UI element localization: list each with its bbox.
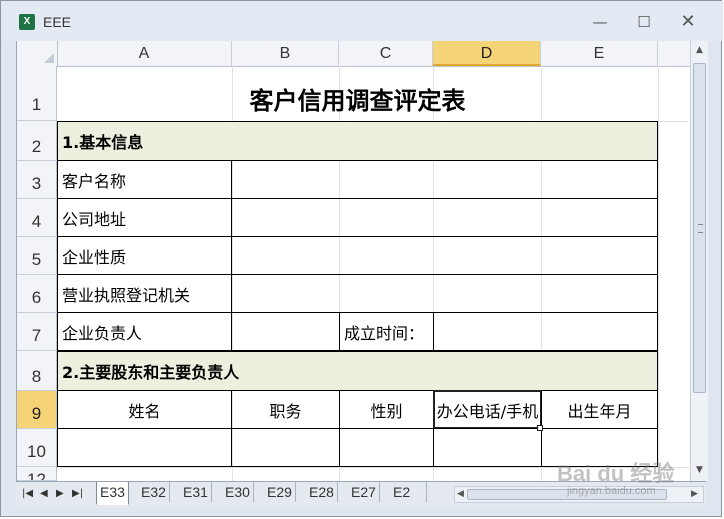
row-header-3[interactable]: 3 (17, 161, 57, 199)
sheet-tab-e33[interactable]: E33 (96, 482, 129, 505)
established-label[interactable]: 成立时间： (339, 312, 434, 351)
title-bar: X EEE — ☐ ✕ (1, 1, 723, 41)
column-header-a[interactable]: A (57, 41, 232, 66)
next-sheet-icon[interactable]: ▶ (56, 488, 64, 499)
sheet-tab-e2[interactable]: E2 (390, 482, 427, 502)
column-header-c[interactable]: C (339, 41, 433, 66)
row-header-1[interactable]: 1 (17, 66, 57, 121)
close-button[interactable]: ✕ (675, 11, 701, 33)
column-header-d[interactable]: D (433, 41, 541, 66)
company-nature-value[interactable] (231, 236, 658, 275)
license-authority-label[interactable]: 营业执照登记机关 (57, 274, 232, 313)
baidu-watermark-url: jingyan.baidu.com (567, 485, 656, 497)
sheet-tab-e30[interactable]: E30 (222, 482, 254, 502)
excel-app-icon: X (19, 14, 35, 30)
sheet-tab-e27[interactable]: E27 (348, 482, 380, 502)
header-position[interactable]: 职务 (231, 390, 340, 429)
gridline (658, 66, 659, 481)
table-cell[interactable] (231, 428, 340, 467)
window-title: EEE (43, 14, 72, 30)
scroll-right-icon[interactable]: ▶ (691, 489, 698, 499)
sheet-tab-e31[interactable]: E31 (180, 482, 212, 502)
grip-icon (698, 224, 703, 233)
section-basic-info[interactable]: 1.基本信息 (57, 121, 658, 161)
maximize-button[interactable]: ☐ (631, 11, 657, 33)
header-phone-text: 办公电话/手机 (436, 401, 539, 421)
prev-sheet-icon[interactable]: ◀ (40, 488, 48, 499)
row-header-6[interactable]: 6 (17, 275, 57, 313)
header-gender[interactable]: 性别 (339, 390, 434, 429)
established-value[interactable] (433, 312, 658, 351)
row-header-5[interactable]: 5 (17, 237, 57, 275)
customer-name-label[interactable]: 客户名称 (57, 160, 232, 199)
row-header-12[interactable]: 12 (17, 467, 57, 481)
worksheet-grid[interactable]: A B C D E 1 2 3 4 5 6 7 8 9 10 12 客户信用调查… (16, 41, 707, 481)
company-address-value[interactable] (231, 198, 658, 237)
column-header-e[interactable]: E (541, 41, 658, 66)
vertical-scroll-thumb[interactable] (693, 63, 706, 393)
minimize-button[interactable]: — (587, 11, 613, 33)
table-cell[interactable] (433, 428, 542, 467)
row-header-9[interactable]: 9 (17, 391, 57, 429)
vertical-scrollbar[interactable]: ▲ ▼ (690, 41, 708, 481)
legal-person-label[interactable]: 企业负责人 (57, 312, 232, 351)
fill-handle[interactable] (537, 425, 543, 431)
license-authority-value[interactable] (231, 274, 658, 313)
baidu-watermark: Bai du 经验 (557, 461, 675, 486)
scroll-up-icon[interactable]: ▲ (694, 45, 705, 56)
header-phone-selected[interactable]: 办公电话/手机 (433, 390, 542, 429)
customer-name-value[interactable] (231, 160, 658, 199)
sheet-tab-e29[interactable]: E29 (264, 482, 296, 502)
legal-person-value[interactable] (231, 312, 340, 351)
column-header-b[interactable]: B (232, 41, 339, 66)
row-header-2[interactable]: 2 (17, 121, 57, 161)
header-birth[interactable]: 出生年月 (541, 390, 658, 429)
row-header-7[interactable]: 7 (17, 313, 57, 351)
company-address-label[interactable]: 公司地址 (57, 198, 232, 237)
form-title[interactable]: 客户信用调查评定表 (57, 66, 658, 121)
select-all-corner[interactable] (17, 41, 58, 66)
row-header-10[interactable]: 10 (17, 429, 57, 467)
row-header-8[interactable]: 8 (17, 351, 57, 391)
scroll-down-icon[interactable]: ▼ (694, 465, 705, 476)
column-header-row: A B C D E (17, 41, 691, 67)
table-cell[interactable] (339, 428, 434, 467)
sheet-tab-e28[interactable]: E28 (306, 482, 338, 502)
scroll-left-icon[interactable]: ◀ (457, 489, 464, 499)
row-header-4[interactable]: 4 (17, 199, 57, 237)
excel-window: X EEE — ☐ ✕ A B C D E 1 2 3 4 5 6 7 8 9 … (0, 0, 723, 517)
sheet-tab-e32[interactable]: E32 (138, 482, 170, 502)
company-nature-label[interactable]: 企业性质 (57, 236, 232, 275)
header-name[interactable]: 姓名 (57, 390, 232, 429)
table-cell[interactable] (57, 428, 232, 467)
first-sheet-icon[interactable]: |◀ (22, 488, 33, 499)
section-shareholders[interactable]: 2.主要股东和主要负责人 (57, 351, 658, 391)
last-sheet-icon[interactable]: ▶| (72, 488, 83, 499)
